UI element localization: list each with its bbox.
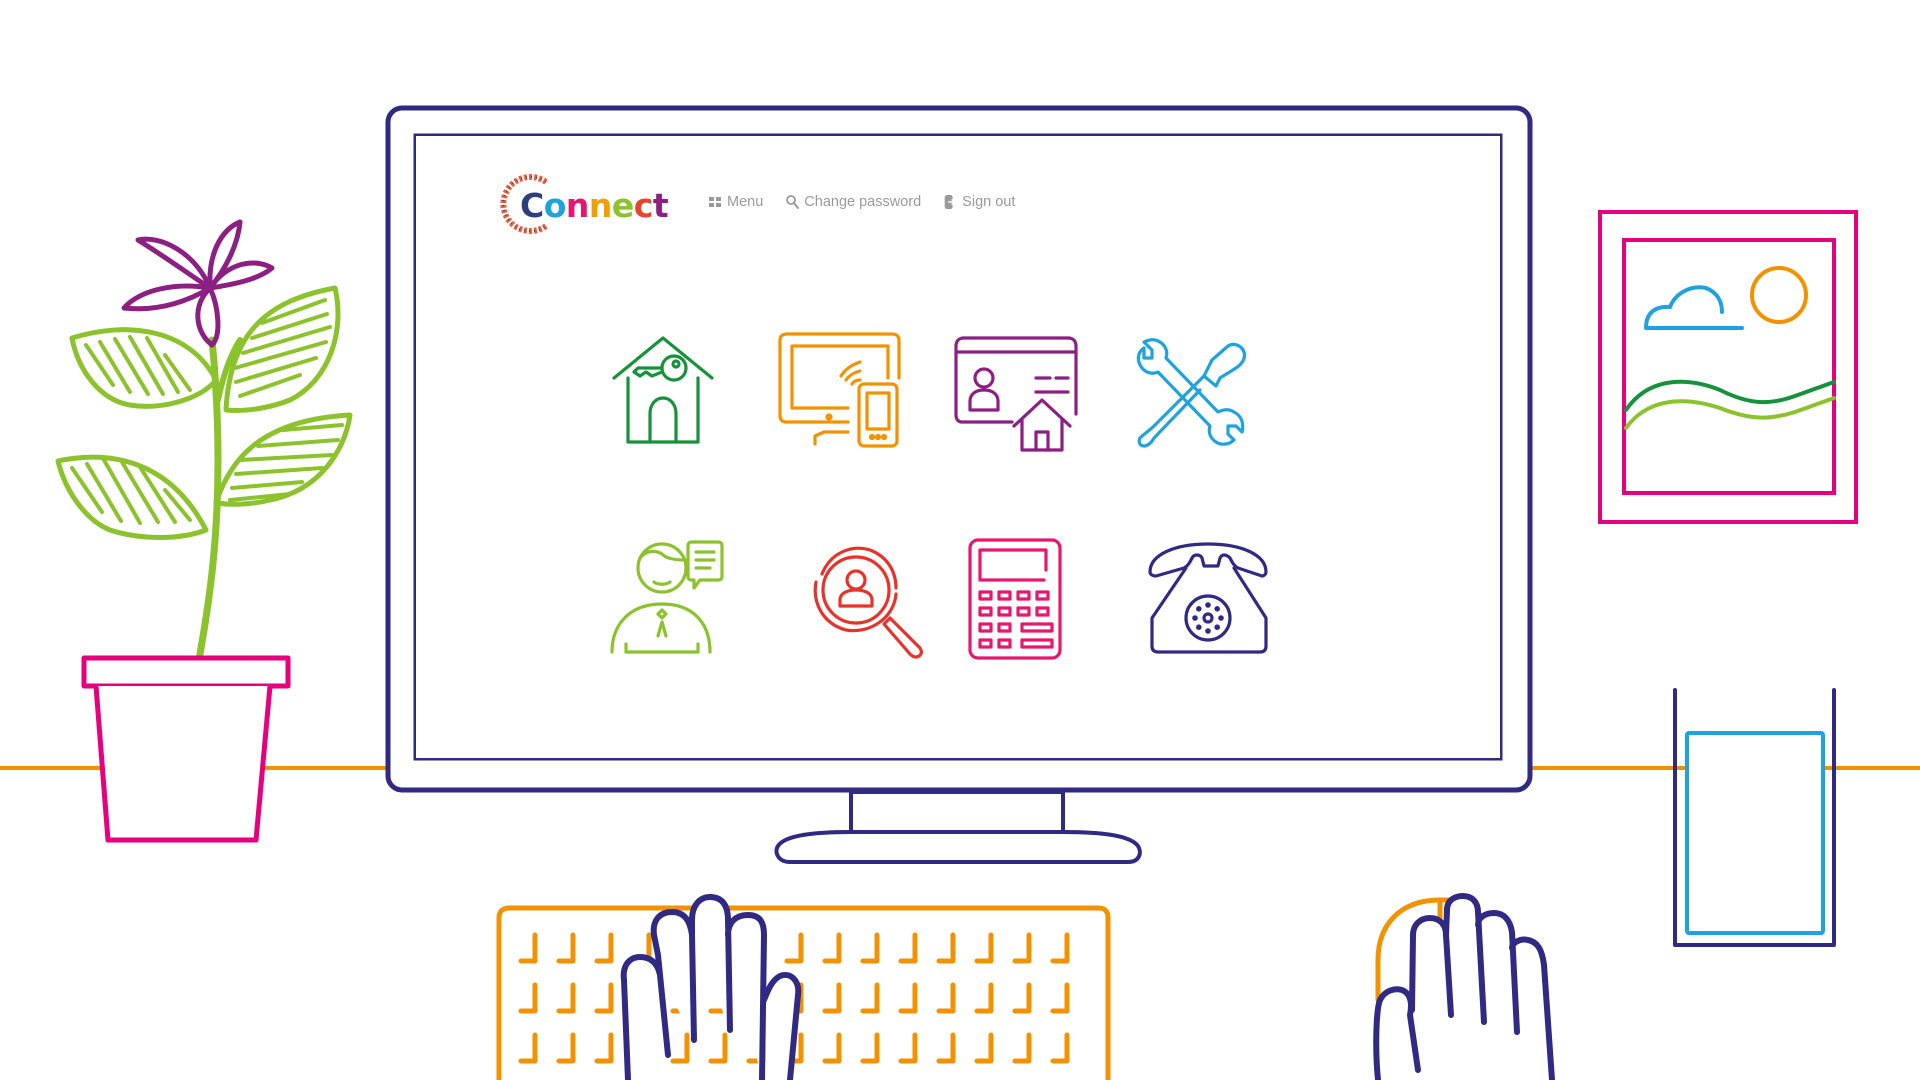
menu-label: Menu (727, 194, 764, 210)
keyboard-key (708, 1032, 728, 1064)
dial-hole (1218, 615, 1224, 621)
calculator-key (1020, 638, 1054, 649)
keyboard-key (974, 932, 994, 964)
tile-calculator[interactable] (960, 534, 1090, 664)
dial-hole (1214, 606, 1220, 612)
keyboard-key (822, 982, 842, 1014)
keyboard-key (898, 982, 918, 1014)
calculator-key (1016, 606, 1031, 617)
keyboard-key (974, 1032, 994, 1064)
keyboard-key (898, 1032, 918, 1064)
sign-out-icon (944, 194, 956, 210)
keyboard-key (1012, 982, 1032, 1014)
calculator-key (997, 606, 1012, 617)
calculator-key (997, 622, 1012, 633)
dial-hole (1205, 628, 1211, 634)
logo-wordmark: Connect (520, 186, 669, 226)
tools-icon (1136, 338, 1247, 448)
connect-logo[interactable]: Connect (500, 174, 669, 234)
keyboard-key (822, 1032, 842, 1064)
change-password-link[interactable]: Change password (785, 194, 921, 210)
menu-link[interactable]: Menu (708, 194, 763, 210)
logo-letter: c (633, 186, 654, 225)
keyboard-key (1050, 1032, 1070, 1064)
keyboard-key (860, 1032, 880, 1064)
logo-letter: C (520, 186, 544, 225)
keyboard-key (936, 1032, 956, 1064)
keyboard-key (518, 982, 538, 1014)
telephone-icon (1148, 542, 1268, 654)
keyboard-key (594, 932, 614, 964)
dial-hole (1196, 606, 1202, 612)
connect-app-screen: Connect Menu Change password Sign out (416, 136, 1500, 758)
keyboard-key (936, 982, 956, 1014)
left-hand (620, 894, 802, 1080)
calculator-key (1020, 622, 1054, 633)
id-card-home-icon (954, 336, 1078, 452)
wall-picture (1598, 210, 1858, 524)
keyboard-key (898, 932, 918, 964)
logo-letter: t (652, 186, 669, 225)
sign-out-link[interactable]: Sign out (943, 194, 1015, 210)
calculator-key (978, 606, 993, 617)
keyboard (496, 905, 1111, 1080)
calculator-key (997, 638, 1012, 649)
keyboard-key (594, 982, 614, 1014)
search-key-icon (786, 195, 800, 209)
grid-icon (709, 197, 721, 207)
keyboard-key (556, 932, 576, 964)
keyboard-key (936, 932, 956, 964)
keyboard-key (1012, 932, 1032, 964)
computer-devices-icon (778, 332, 901, 448)
calculator-key (1035, 606, 1050, 617)
tile-person-search[interactable] (800, 534, 930, 664)
flower (121, 219, 275, 348)
keyboard-key (860, 982, 880, 1014)
keyboard-key (1012, 1032, 1032, 1064)
keyboard-key (670, 1032, 690, 1064)
top-nav: Menu Change password Sign out (708, 194, 1015, 210)
tile-telephone[interactable] (1146, 534, 1276, 664)
person-search-icon (813, 546, 923, 659)
tile-housing-key[interactable] (606, 326, 736, 456)
calculator-icon (968, 538, 1062, 660)
advisor-chat-icon (610, 540, 724, 654)
right-hand (1373, 893, 1555, 1080)
logo-letter: o (543, 186, 567, 225)
potted-plant (55, 219, 353, 843)
keyboard-key (1050, 982, 1070, 1014)
keyboard-key (518, 932, 538, 964)
keyboard-key (556, 1032, 576, 1064)
house-key-icon (612, 336, 714, 444)
calculator-key (978, 638, 993, 649)
keyboard-key (594, 1032, 614, 1064)
tile-tools-repairs[interactable] (1124, 326, 1254, 456)
calculator-key (978, 590, 993, 601)
tile-computer-devices[interactable] (778, 326, 908, 456)
dial-hole (1205, 602, 1211, 608)
logo-letter: e (611, 186, 634, 225)
keyboard-key (822, 932, 842, 964)
tile-id-card-home[interactable] (952, 326, 1082, 456)
dial-hole (1196, 624, 1202, 630)
keyboard-key (784, 932, 804, 964)
calculator-key (978, 622, 993, 633)
keyboard-key (1050, 932, 1070, 964)
logo-letter: n (565, 186, 590, 225)
keyboard-key (860, 932, 880, 964)
keyboard-key (518, 1032, 538, 1064)
calculator-key (997, 590, 1012, 601)
change-password-label: Change password (804, 194, 922, 210)
calculator-key (1016, 590, 1031, 601)
tile-advisor-chat[interactable] (606, 534, 736, 664)
keyboard-key (974, 982, 994, 1014)
sign-out-label: Sign out (962, 194, 1016, 210)
logo-letter: n (588, 186, 613, 225)
glass (1673, 688, 1836, 947)
dial-hole (1192, 615, 1198, 621)
dial-hole (1214, 624, 1220, 630)
calculator-key (1035, 590, 1050, 601)
plant-pot (81, 655, 291, 843)
keyboard-key (556, 982, 576, 1014)
